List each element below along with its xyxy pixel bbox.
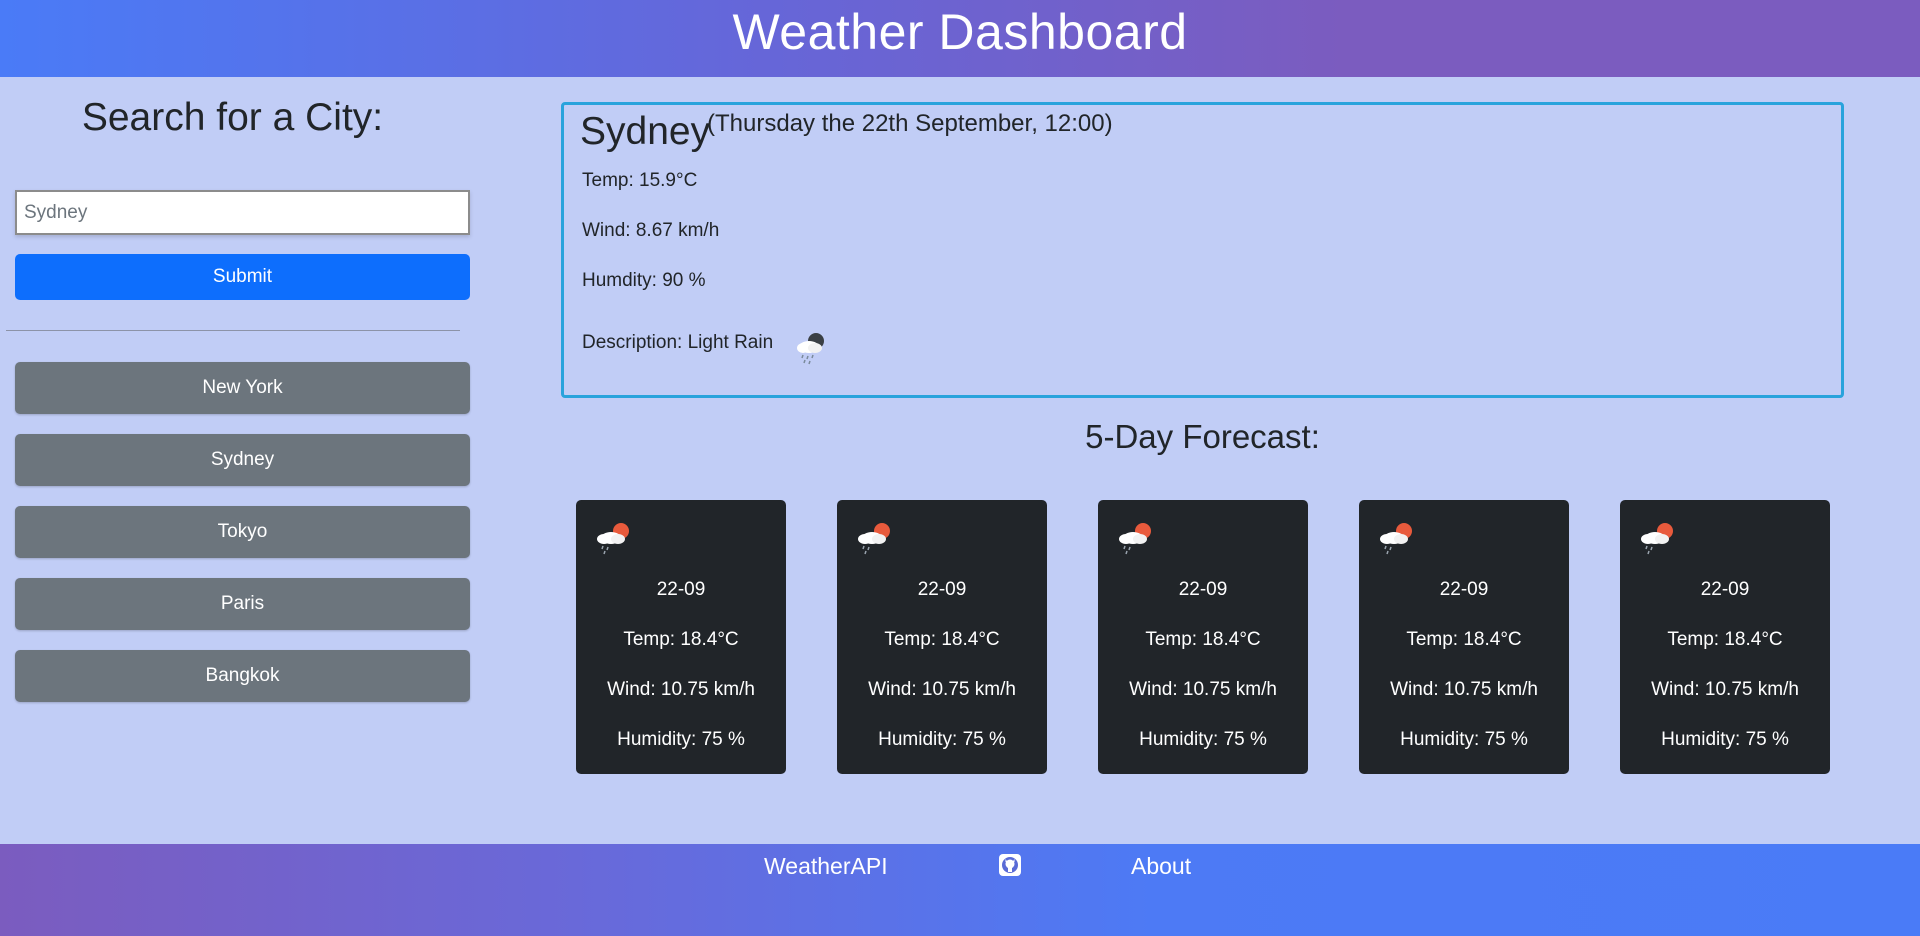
forecast-card: 22-09 Temp: 18.4°C Wind: 10.75 km/h Humi… xyxy=(1359,500,1569,774)
forecast-humidity: Humidity: 75 % xyxy=(1139,729,1267,750)
forecast-temp: Temp: 18.4°C xyxy=(884,629,1000,650)
page-title: Weather Dashboard xyxy=(732,3,1188,60)
submit-button[interactable]: Submit xyxy=(15,254,470,300)
history-button-tokyo[interactable]: Tokyo xyxy=(15,506,470,558)
github-icon[interactable] xyxy=(999,854,1021,876)
forecast-wind: Wind: 10.75 km/h xyxy=(607,679,755,700)
github-mark-icon xyxy=(1002,857,1018,873)
forecast-date: 22-09 xyxy=(1439,579,1489,600)
forecast-card: 22-09 Temp: 18.4°C Wind: 10.75 km/h Humi… xyxy=(837,500,1047,774)
sun-cloud-rain-icon xyxy=(1380,523,1412,555)
current-date: (Thursday the 22th September, 12:00) xyxy=(707,110,1113,137)
forecast-humidity: Humidity: 75 % xyxy=(1400,729,1528,750)
current-humidity: Humdity: 90 % xyxy=(582,270,706,291)
city-search-input[interactable] xyxy=(15,190,470,235)
forecast-card: 22-09 Temp: 18.4°C Wind: 10.75 km/h Humi… xyxy=(1098,500,1308,774)
sun-cloud-rain-icon xyxy=(858,523,890,555)
sun-cloud-rain-icon xyxy=(1641,523,1673,555)
forecast-card: 22-09 Temp: 18.4°C Wind: 10.75 km/h Humi… xyxy=(576,500,786,774)
weather-api-link[interactable]: WeatherAPI xyxy=(764,853,888,880)
forecast-card: 22-09 Temp: 18.4°C Wind: 10.75 km/h Humi… xyxy=(1620,500,1830,774)
divider xyxy=(6,330,460,331)
forecast-temp: Temp: 18.4°C xyxy=(1406,629,1522,650)
history-button-new-york[interactable]: New York xyxy=(15,362,470,414)
forecast-temp: Temp: 18.4°C xyxy=(1667,629,1783,650)
sun-cloud-rain-icon xyxy=(597,523,629,555)
about-link[interactable]: About xyxy=(1131,853,1191,880)
forecast-wind: Wind: 10.75 km/h xyxy=(1651,679,1799,700)
current-description: Description: Light Rain xyxy=(582,332,774,353)
forecast-temp: Temp: 18.4°C xyxy=(623,629,739,650)
header-bar: Weather Dashboard xyxy=(0,0,1920,77)
sun-cloud-rain-icon xyxy=(1119,523,1151,555)
forecast-wind: Wind: 10.75 km/h xyxy=(1390,679,1538,700)
footer-bar: WeatherAPI About xyxy=(0,844,1920,936)
search-title: Search for a City: xyxy=(81,96,384,139)
forecast-date: 22-09 xyxy=(1178,579,1228,600)
forecast-date: 22-09 xyxy=(917,579,967,600)
current-temp: Temp: 15.9°C xyxy=(582,170,698,191)
light-rain-icon xyxy=(797,333,824,365)
current-weather-panel: Sydney (Thursday the 22th September, 12:… xyxy=(561,102,1844,398)
history-button-paris[interactable]: Paris xyxy=(15,578,470,630)
forecast-humidity: Humidity: 75 % xyxy=(617,729,745,750)
forecast-wind: Wind: 10.75 km/h xyxy=(1129,679,1277,700)
current-city-name: Sydney xyxy=(580,110,711,153)
forecast-date: 22-09 xyxy=(656,579,706,600)
current-wind: Wind: 8.67 km/h xyxy=(582,220,720,241)
forecast-title: 5-Day Forecast: xyxy=(1085,418,1320,455)
forecast-temp: Temp: 18.4°C xyxy=(1145,629,1261,650)
forecast-wind: Wind: 10.75 km/h xyxy=(868,679,1016,700)
history-button-sydney[interactable]: Sydney xyxy=(15,434,470,486)
history-button-bangkok[interactable]: Bangkok xyxy=(15,650,470,702)
forecast-humidity: Humidity: 75 % xyxy=(878,729,1006,750)
forecast-date: 22-09 xyxy=(1700,579,1750,600)
forecast-humidity: Humidity: 75 % xyxy=(1661,729,1789,750)
